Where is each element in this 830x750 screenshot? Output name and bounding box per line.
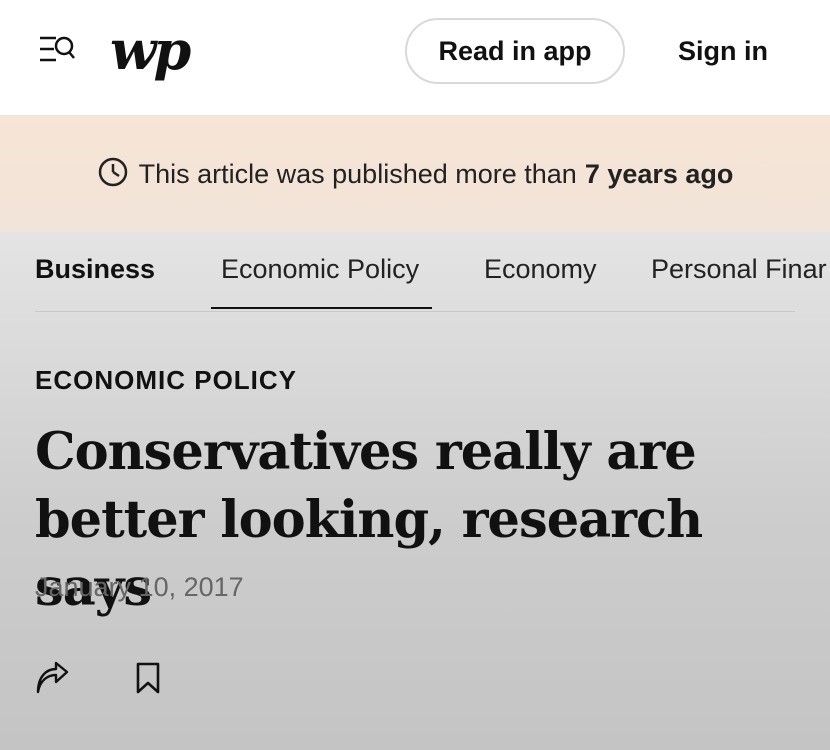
nav-item-personal-finance[interactable]: Personal Finar [651,254,830,285]
share-icon[interactable] [34,660,70,696]
active-tab-underline [211,307,432,309]
article-age-banner: This article was published more than 7 y… [0,116,830,232]
read-in-app-button[interactable]: Read in app [405,18,625,84]
bookmark-icon[interactable] [133,660,163,696]
menu-search-icon[interactable] [36,32,76,68]
banner-text: This article was published more than [138,158,577,189]
sign-in-button[interactable]: Sign in [662,18,784,84]
nav-item-economy[interactable]: Economy [484,254,597,285]
article-date: January 10, 2017 [35,572,244,602]
nav-item-business[interactable]: Business [35,254,155,285]
site-header: wp Read in app Sign in [0,0,830,116]
article-kicker[interactable]: ECONOMIC POLICY [35,365,297,396]
washington-post-logo[interactable]: wp [110,18,191,82]
banner-emphasis: 7 years ago [584,158,734,189]
clock-icon [98,157,127,187]
section-nav: Business Economic Policy Economy Persona… [35,232,827,312]
article-main: Business Economic Policy Economy Persona… [0,232,830,750]
nav-item-economic-policy[interactable]: Economic Policy [221,254,419,285]
